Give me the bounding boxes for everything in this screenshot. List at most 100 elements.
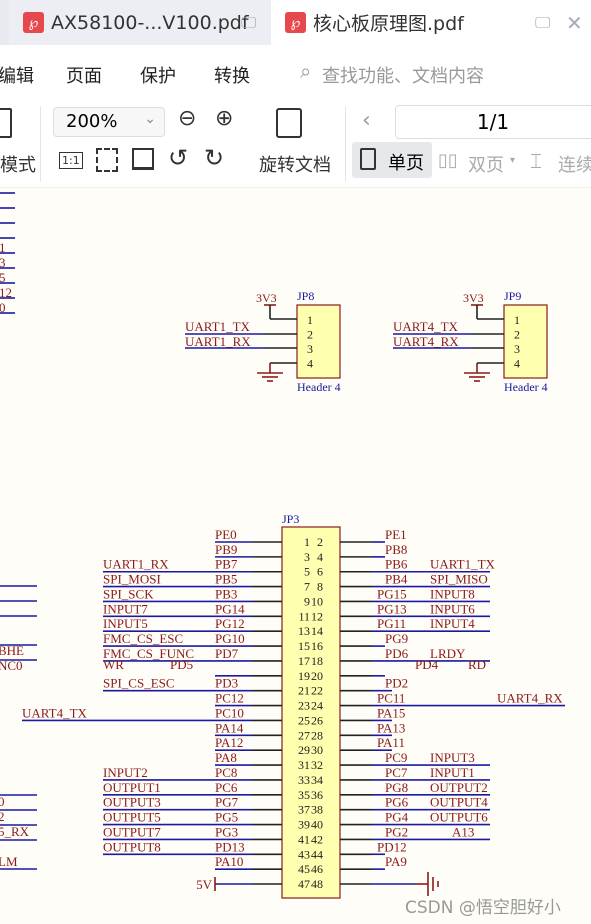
- pin-number: 15: [298, 639, 310, 653]
- pin-number: 38: [311, 803, 323, 817]
- rotate-left-icon[interactable]: ↺: [168, 144, 188, 172]
- pin-label: PD13: [215, 839, 245, 854]
- continuous-label[interactable]: 连续: [558, 151, 591, 177]
- component-comment: Header 4: [504, 380, 548, 394]
- pin-number: 42: [311, 832, 323, 846]
- pin-label: PG11: [377, 616, 406, 631]
- continuous-icon[interactable]: ⌶: [530, 149, 542, 173]
- net-label-fragment: NC0: [0, 658, 23, 673]
- tab-label: 核心板原理图.pdf: [313, 13, 464, 35]
- caret-down-icon[interactable]: ▾: [510, 155, 515, 166]
- menu-edit[interactable]: 编辑: [0, 62, 34, 88]
- pin-number: 44: [311, 847, 323, 861]
- net-label-fragment: 0: [0, 300, 6, 315]
- zoom-select[interactable]: 200% ⌄: [53, 107, 165, 137]
- close-icon[interactable]: ✕: [566, 11, 583, 35]
- net-label: UART1_TX: [185, 319, 251, 334]
- zoom-in-icon[interactable]: ⊕: [215, 106, 233, 131]
- pin-label: PA15: [377, 705, 405, 720]
- net-label: UART4_TX: [393, 319, 459, 334]
- fit-width-icon[interactable]: [132, 148, 154, 170]
- pin-number: 24: [311, 699, 323, 713]
- single-page-button[interactable]: 单页: [352, 142, 432, 178]
- double-page-icon[interactable]: ▯▯: [438, 150, 458, 171]
- net-label: OUTPUT6: [430, 810, 488, 825]
- net-label: SPI_MISO: [430, 572, 488, 587]
- pin-number: 39: [298, 818, 310, 832]
- pin-label: PD3: [215, 676, 238, 691]
- pin-number: 34: [311, 773, 323, 787]
- pin-number: 32: [311, 758, 323, 772]
- menu-page[interactable]: 页面: [66, 62, 102, 88]
- net-label-fragment: BHE: [0, 643, 24, 658]
- tab-ax58100[interactable]: ℘ AX58100-...V100.pdf 🖵: [9, 0, 271, 45]
- pin-number: 11: [298, 609, 310, 623]
- pin-label: PD6: [385, 646, 409, 661]
- net-label: FMC_CS_ESC: [103, 631, 183, 646]
- pin-number: 35: [298, 788, 310, 802]
- monitor-icon[interactable]: 🖵: [241, 13, 256, 33]
- rotate-right-icon[interactable]: ↻: [204, 144, 224, 172]
- net-label: INPUT5: [103, 616, 148, 631]
- pin-label: PG8: [385, 780, 408, 795]
- pin-number: 7: [304, 580, 310, 594]
- pin-number: 6: [317, 565, 323, 579]
- read-mode-icon[interactable]: [0, 108, 12, 138]
- pin-label: PA13: [377, 720, 405, 735]
- fit-page-icon[interactable]: [96, 148, 118, 172]
- net-label: INPUT1: [430, 765, 475, 780]
- monitor-icon[interactable]: 🖵: [535, 13, 550, 33]
- net-label: OUTPUT5: [103, 810, 161, 825]
- single-page-icon: [360, 148, 376, 170]
- pin-number: 21: [298, 684, 310, 698]
- designator: JP3: [282, 512, 299, 526]
- net-label: OUTPUT7: [103, 824, 161, 839]
- rotate-document-icon[interactable]: [276, 108, 302, 138]
- pin-label: PB7: [215, 557, 238, 572]
- pin-label: PC6: [215, 780, 238, 795]
- search-input[interactable]: 查找功能、文档内容: [322, 62, 484, 88]
- pin-label: PC12: [215, 691, 244, 706]
- mode-label[interactable]: 模式: [0, 151, 36, 177]
- pin-number: 4: [307, 357, 313, 371]
- net-label: OUTPUT8: [103, 839, 161, 854]
- actual-size-icon[interactable]: 1:1: [59, 152, 83, 169]
- pin-number: 45: [298, 862, 310, 876]
- net-label: INPUT2: [103, 765, 148, 780]
- menu-protect[interactable]: 保护: [140, 62, 176, 88]
- component-comment: Header 4: [297, 380, 341, 394]
- zoom-out-icon[interactable]: ⊖: [178, 106, 196, 131]
- pin-label: PC7: [385, 765, 408, 780]
- schematic-canvas: 135120JP83V31234UART1_TXUART1_RXHeader 4…: [0, 192, 565, 899]
- page-number-input[interactable]: 1/1: [395, 105, 591, 139]
- pin-number: 48: [311, 877, 323, 891]
- menu-convert[interactable]: 转换: [214, 62, 250, 88]
- pin-number: 46: [311, 862, 323, 876]
- net-label-fragment: LM: [0, 854, 18, 869]
- net-label: UART1_RX: [103, 557, 169, 572]
- pin-number: 20: [311, 669, 323, 683]
- pin-label: PG15: [377, 586, 407, 601]
- pin-number: 41: [298, 832, 310, 846]
- chevron-down-icon: ⌄: [144, 111, 156, 127]
- pin-number: 18: [311, 654, 323, 668]
- pin-number: 27: [298, 728, 310, 742]
- double-page-label[interactable]: 双页: [468, 151, 504, 177]
- rotate-document-label[interactable]: 旋转文档: [259, 151, 331, 177]
- pin-number: 37: [298, 803, 310, 817]
- net-label: UART4_TX: [22, 705, 88, 720]
- pin-number: 26: [311, 713, 323, 727]
- pin-number: 4: [317, 550, 323, 564]
- pin-label: PD2: [385, 676, 408, 691]
- tab-core-board[interactable]: ℘ 核心板原理图.pdf 🖵 ✕: [271, 0, 591, 45]
- pin-number: 2: [307, 328, 313, 342]
- pin-label: PG4: [385, 810, 409, 825]
- net-label-fragment: 3: [0, 255, 6, 270]
- pdf-icon: ℘: [285, 12, 306, 33]
- pin-number: 1: [514, 313, 520, 327]
- prev-page-icon[interactable]: ‹: [362, 108, 371, 133]
- pin-label: PC9: [385, 750, 407, 765]
- pin-label: PG5: [215, 810, 238, 825]
- pin-number: 1: [304, 535, 310, 549]
- search-icon[interactable]: ⌕: [300, 59, 311, 83]
